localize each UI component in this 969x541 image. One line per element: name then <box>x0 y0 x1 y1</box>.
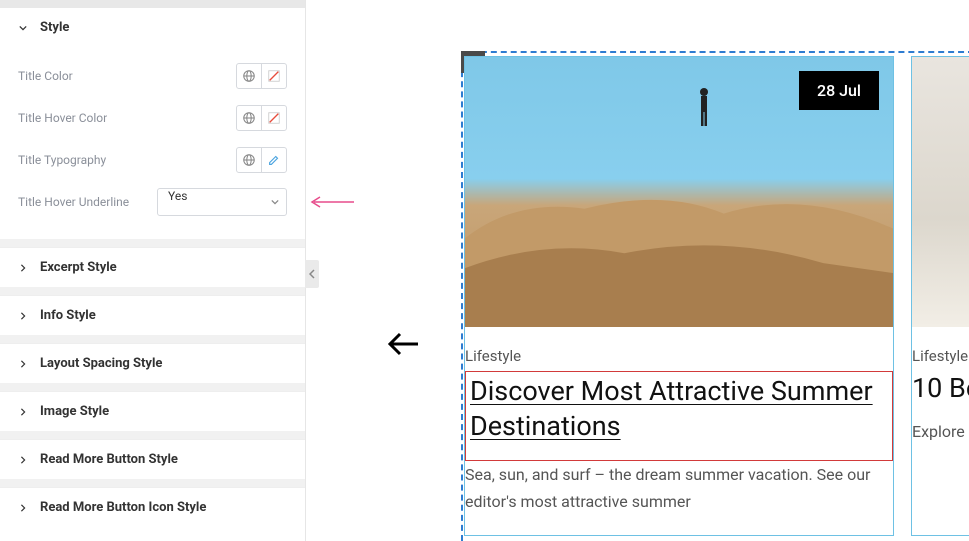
section-image-style: Image Style <box>0 391 305 431</box>
section-header[interactable]: Image Style <box>0 391 305 431</box>
section-title: Style <box>40 20 69 35</box>
globe-button[interactable] <box>236 63 262 89</box>
post-card[interactable]: 28 Jul Lifestyle Discover Most Attractiv… <box>464 56 894 536</box>
field-label: Title Typography <box>18 153 236 167</box>
color-controls <box>236 63 287 89</box>
section-title: Read More Button Style <box>40 452 178 467</box>
color-swatch-button[interactable] <box>261 105 287 131</box>
section-gap <box>0 431 305 439</box>
panel-top-bar <box>0 0 305 8</box>
section-header[interactable]: Info Style <box>0 295 305 335</box>
post-excerpt: Sea, sun, and surf – the dream summer va… <box>465 461 893 515</box>
section-read-more-button-icon-style: Read More Button Icon Style <box>0 487 305 527</box>
section-title: Excerpt Style <box>40 260 117 275</box>
typography-controls <box>236 147 287 173</box>
post-excerpt: Explore our decoration <box>912 418 969 445</box>
section-read-more-button-style: Read More Button Style <box>0 439 305 479</box>
caret-right-icon <box>18 360 28 368</box>
section-title: Layout Spacing Style <box>40 356 162 371</box>
section-gap <box>0 479 305 487</box>
section-gap <box>0 239 305 247</box>
arrow-left-icon <box>384 325 422 363</box>
date-badge: 28 Jul <box>799 71 879 110</box>
preview-canvas: 28 Jul Lifestyle Discover Most Attractiv… <box>306 0 969 541</box>
caret-right-icon <box>18 504 28 512</box>
post-category[interactable]: Lifestyle <box>465 347 893 365</box>
section-header[interactable]: Read More Button Style <box>0 439 305 479</box>
caret-down-icon <box>18 24 28 32</box>
edit-typography-button[interactable] <box>261 147 287 173</box>
pencil-icon <box>267 153 281 167</box>
post-image <box>912 57 969 327</box>
post-image: 28 Jul <box>465 57 893 327</box>
field-title-hover-underline: Title Hover Underline Yes <box>18 181 287 223</box>
section-layout-spacing-style: Layout Spacing Style <box>0 343 305 383</box>
globe-button[interactable] <box>236 105 262 131</box>
caret-right-icon <box>18 264 28 272</box>
color-controls <box>236 105 287 131</box>
section-body-style: Title Color Title Hover Color <box>0 47 305 239</box>
field-title-typography: Title Typography <box>18 139 287 181</box>
globe-icon <box>242 69 256 83</box>
field-label: Title Color <box>18 69 236 83</box>
section-title: Image Style <box>40 404 109 419</box>
section-title: Info Style <box>40 308 96 323</box>
section-title: Read More Button Icon Style <box>40 500 206 515</box>
person-silhouette <box>696 87 712 129</box>
section-info-style: Info Style <box>0 295 305 335</box>
select-wrap: Yes <box>157 188 287 216</box>
section-excerpt-style: Excerpt Style <box>0 247 305 287</box>
title-highlight-box: Discover Most Attractive Summer Destinat… <box>465 371 893 461</box>
post-body: Lifestyle Discover Most Attractive Summe… <box>465 327 893 516</box>
annotation-arrow-icon <box>310 194 354 210</box>
section-gap <box>0 335 305 343</box>
globe-icon <box>242 153 256 167</box>
globe-button[interactable] <box>236 147 262 173</box>
post-title[interactable]: Discover Most Attractive Summer Destinat… <box>470 374 884 444</box>
style-panel: Style Title Color Title Hover Color <box>0 0 306 541</box>
no-color-icon <box>267 69 281 83</box>
field-label: Title Hover Underline <box>18 195 157 209</box>
section-header[interactable]: Excerpt Style <box>0 247 305 287</box>
caret-right-icon <box>18 408 28 416</box>
section-gap <box>0 383 305 391</box>
post-body: Lifestyle 10 Best Ideas Explore our deco… <box>912 327 969 445</box>
post-title[interactable]: 10 Best Ideas <box>912 371 969 406</box>
carousel-prev-button[interactable] <box>384 325 422 363</box>
caret-right-icon <box>18 312 28 320</box>
color-swatch-button[interactable] <box>261 63 287 89</box>
rock-illustration <box>465 179 893 328</box>
field-title-color: Title Color <box>18 55 287 97</box>
caret-right-icon <box>18 456 28 464</box>
section-header[interactable]: Read More Button Icon Style <box>0 487 305 527</box>
field-label: Title Hover Color <box>18 111 236 125</box>
title-hover-underline-select[interactable]: Yes <box>157 188 287 216</box>
section-header-style[interactable]: Style <box>0 8 305 47</box>
section-header[interactable]: Layout Spacing Style <box>0 343 305 383</box>
field-title-hover-color: Title Hover Color <box>18 97 287 139</box>
no-color-icon <box>267 111 281 125</box>
section-gap <box>0 287 305 295</box>
section-style: Style Title Color Title Hover Color <box>0 8 305 239</box>
globe-icon <box>242 111 256 125</box>
post-card[interactable]: Lifestyle 10 Best Ideas Explore our deco… <box>911 56 969 536</box>
post-category[interactable]: Lifestyle <box>912 347 969 365</box>
